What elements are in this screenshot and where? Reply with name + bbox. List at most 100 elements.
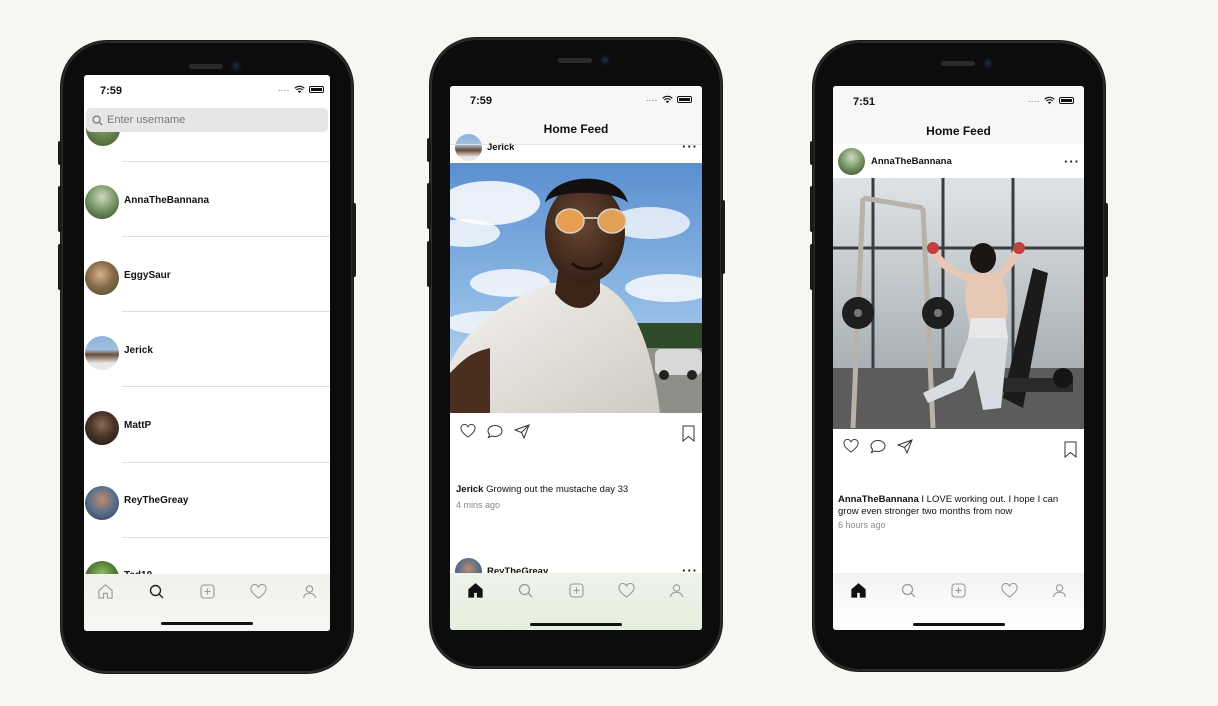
username: AnnaTheBannana (124, 195, 210, 206)
heart-icon (843, 439, 859, 453)
post-author-name[interactable]: AnnaTheBannana (871, 156, 952, 167)
home-icon (850, 583, 866, 598)
tab-activity[interactable] (615, 581, 637, 599)
wifi-icon (1044, 96, 1055, 105)
like-button[interactable] (842, 437, 860, 455)
status-bar: 7:59 .... (84, 75, 330, 105)
tab-home[interactable] (464, 581, 486, 599)
bookmark-icon (682, 425, 694, 442)
status-time: 7:59 (470, 95, 493, 107)
username: Jerick (124, 345, 153, 356)
wifi-icon (294, 85, 305, 94)
heart-icon (1000, 582, 1018, 598)
tab-search[interactable] (514, 581, 536, 599)
send-icon (514, 423, 530, 439)
post-author-name[interactable]: Jerick (487, 142, 514, 153)
comment-button[interactable] (869, 437, 887, 455)
home-feed-screen: 7:59 .... Home Feed Jerick ··· Jerick Gr… (450, 86, 702, 630)
username: EggySaur (124, 270, 171, 281)
post-author-avatar[interactable] (838, 148, 865, 175)
tab-bar (833, 573, 1084, 630)
more-options-icon[interactable]: ··· (682, 140, 698, 153)
add-post-icon (950, 582, 966, 598)
username: MattP (124, 420, 152, 431)
search-screen: 7:59 .... AnnaTheBannana EggySaur (84, 75, 330, 631)
caption-author[interactable]: AnnaTheBannana (838, 494, 919, 505)
post-author-avatar[interactable] (455, 134, 482, 161)
post-timestamp: 6 hours ago (838, 520, 886, 530)
status-bar: 7:59 .... (450, 86, 702, 116)
home-indicator (912, 623, 1005, 626)
post-image[interactable] (450, 163, 702, 413)
avatar (85, 185, 119, 219)
tab-profile[interactable] (665, 581, 687, 599)
bookmark-icon (1064, 441, 1076, 458)
post-timestamp: 4 mins ago (456, 500, 501, 510)
signal-icon: .... (278, 86, 290, 93)
avatar (85, 261, 119, 295)
signal-icon: .... (646, 96, 658, 103)
front-camera (231, 61, 241, 71)
bookmark-button[interactable] (1061, 440, 1079, 458)
tab-bar (450, 573, 702, 630)
tab-search[interactable] (897, 581, 919, 599)
status-time: 7:59 (100, 85, 123, 97)
battery-icon (1059, 97, 1074, 104)
heart-icon (460, 424, 476, 438)
avatar (85, 486, 119, 520)
heart-icon (249, 583, 267, 599)
tab-add-post[interactable] (947, 581, 969, 599)
post-caption: AnnaTheBannana I LOVE working out. I hop… (838, 494, 1076, 518)
avatar (85, 336, 119, 370)
more-options-icon[interactable]: ··· (1064, 155, 1080, 168)
front-camera (600, 55, 610, 65)
home-indicator (161, 622, 253, 625)
caption-author[interactable]: Jerick (456, 484, 483, 495)
phone-search-screen: 7:59 .... AnnaTheBannana EggySaur (58, 41, 356, 673)
tab-profile[interactable] (1048, 581, 1070, 599)
tab-home[interactable] (94, 582, 116, 600)
tab-add-post[interactable] (196, 582, 218, 600)
tab-bar (84, 574, 330, 631)
tab-activity[interactable] (247, 582, 269, 600)
post-image[interactable] (833, 178, 1084, 429)
home-feed-screen: 7:51 .... Home Feed AnnaTheBannana ··· A… (833, 86, 1084, 630)
add-post-icon (199, 583, 215, 599)
search-bar[interactable] (86, 108, 328, 132)
phone-home-feed-1: 7:59 .... Home Feed Jerick ··· Jerick Gr… (427, 38, 725, 668)
front-camera (983, 58, 993, 68)
avatar (85, 411, 119, 445)
add-post-icon (568, 582, 584, 598)
phone-home-feed-2: 7:51 .... Home Feed AnnaTheBannana ··· A… (810, 41, 1108, 671)
status-bar: 7:51 .... (833, 86, 1084, 116)
tab-add-post[interactable] (565, 581, 587, 599)
bookmark-button[interactable] (679, 424, 697, 442)
tab-activity[interactable] (998, 581, 1020, 599)
home-indicator (530, 623, 622, 626)
home-icon (467, 583, 483, 598)
username: ReyTheGreay (124, 495, 189, 506)
battery-icon (309, 86, 324, 93)
profile-icon (302, 584, 316, 598)
share-button[interactable] (513, 422, 531, 440)
signal-icon: .... (1028, 97, 1040, 104)
comment-button[interactable] (486, 422, 504, 440)
tab-profile[interactable] (298, 582, 320, 600)
share-button[interactable] (896, 437, 914, 455)
tab-home[interactable] (847, 581, 869, 599)
search-icon (518, 583, 532, 597)
comment-icon (487, 424, 503, 438)
home-icon (97, 584, 113, 599)
page-title: Home Feed (926, 124, 991, 138)
profile-icon (1052, 583, 1066, 597)
search-icon (901, 583, 915, 597)
caption-text: Growing out the mustache day 33 (486, 484, 629, 495)
tab-search[interactable] (145, 582, 167, 600)
search-icon (149, 584, 163, 598)
battery-icon (677, 96, 692, 103)
like-button[interactable] (459, 422, 477, 440)
comment-icon (870, 439, 886, 453)
wifi-icon (662, 95, 673, 104)
search-input[interactable] (107, 114, 307, 126)
page-title: Home Feed (543, 122, 609, 136)
